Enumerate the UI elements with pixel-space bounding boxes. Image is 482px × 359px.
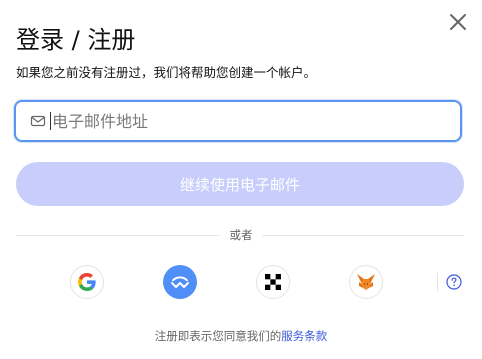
social-separator: [437, 273, 438, 291]
subtitle: 如果您之前没有注册过，我们将帮助您创建一个帐户。: [16, 65, 317, 80]
divider-line-left: [16, 235, 220, 236]
divider-label: 或者: [229, 228, 253, 242]
divider-line-right: [262, 235, 464, 236]
mail-icon: [30, 113, 46, 129]
terms-of-service-link[interactable]: 服务条款: [281, 329, 327, 343]
question-circle-icon: [446, 274, 462, 290]
okx-icon: [265, 274, 281, 290]
email-input[interactable]: [52, 111, 412, 131]
okx-login-button[interactable]: [256, 265, 290, 299]
google-login-button[interactable]: [70, 265, 104, 299]
terms-notice: 注册即表示您同意我们的服务条款: [0, 328, 482, 344]
continue-with-email-button[interactable]: 继续使用电子邮件: [16, 162, 464, 206]
page-title: 登录 / 注册: [16, 26, 136, 54]
terms-prefix: 注册即表示您同意我们的: [154, 329, 282, 343]
walletconnect-login-button[interactable]: [163, 265, 197, 299]
close-button[interactable]: [446, 10, 470, 34]
help-button[interactable]: [446, 274, 462, 290]
close-icon: [450, 14, 466, 30]
metamask-login-button[interactable]: [349, 265, 383, 299]
walletconnect-icon: [171, 276, 189, 288]
email-field-wrapper[interactable]: [14, 100, 462, 142]
google-icon: [78, 273, 96, 291]
text-caret: [50, 112, 51, 130]
metamask-fox-icon: [357, 274, 375, 290]
